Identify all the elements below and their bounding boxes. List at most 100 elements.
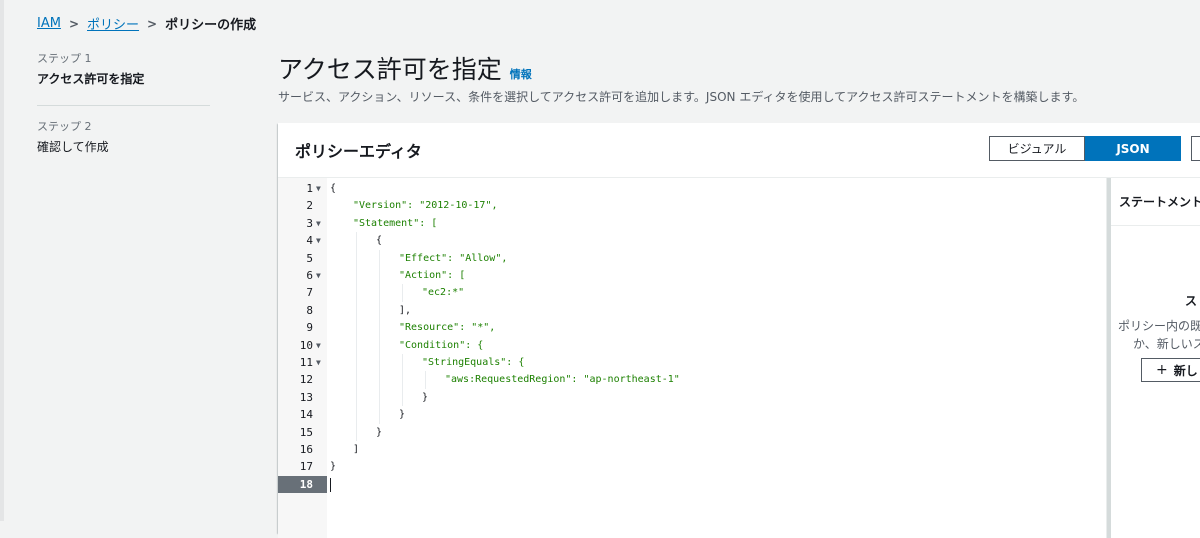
indent-guide [379,319,380,337]
code-line[interactable]: 1 ▼ { [278,180,1106,197]
indent-guide [402,371,403,389]
code-line[interactable]: 4 ▼ { [278,232,1106,250]
chevron-right-icon: > [68,16,80,31]
code-line[interactable]: 6 ▼ "Action": [ [278,267,1106,285]
line-number: 12 [299,373,313,387]
line-number: 10 [299,338,313,352]
fold-toggle-icon[interactable]: ▼ [316,215,321,232]
step-title: アクセス許可を指定 [37,72,145,86]
line-number: 5 [306,251,313,265]
indent-guide [356,249,357,267]
line-number: 14 [299,408,313,422]
code-line[interactable]: 17} [278,458,1106,475]
code-line[interactable]: 15} [278,423,1106,441]
indent-guide [402,388,403,407]
indent-guide [379,336,380,354]
line-number: 17 [299,460,313,474]
json-mode-button[interactable]: JSON [1085,136,1181,161]
code-line[interactable]: 14} [278,406,1106,424]
code-text: } [399,409,406,421]
add-new-statement-button[interactable]: + 新し [1141,358,1200,382]
breadcrumb-policies-link[interactable]: ポリシー [87,14,139,33]
actions-button[interactable] [1191,136,1200,161]
left-edge [0,0,4,521]
line-number: 7 [306,286,313,300]
statement-panel-header: ステートメント [1111,178,1200,226]
page-description: サービス、アクション、リソース、条件を選択してアクセス許可を追加します。JSON… [278,90,1085,104]
code-text: "Version": "2012-10-17", [353,200,498,212]
code-line[interactable]: 13} [278,388,1106,407]
visual-mode-button[interactable]: ビジュアル [989,136,1085,161]
indent-guide [356,301,357,320]
code-text: { [376,235,383,247]
indent-guide [356,406,357,424]
line-number: 1 [306,182,313,195]
line-number: 16 [299,443,313,456]
chevron-right-icon: > [147,16,158,31]
statement-empty-description: ポリシー内の既 か、新しいス [1118,317,1200,353]
statement-empty-desc-line2: か、新しいス [1133,337,1200,351]
fold-toggle-icon[interactable]: ▼ [316,267,321,284]
line-number: 8 [306,303,313,317]
code-line[interactable]: 16] [278,441,1106,458]
wizard-steps: ステップ 1 アクセス許可を指定 ステップ 2 確認して作成 [37,50,210,155]
info-link[interactable]: 情報 [510,66,532,82]
statement-empty-title: ス [1185,294,1198,308]
code-line[interactable]: 12 "aws:RequestedRegion": "ap-northeast-1… [278,371,1106,389]
indent-guide [379,249,380,267]
code-text: "Statement": [ [353,217,438,229]
line-number: 3 [306,216,313,230]
statement-panel-title: ステートメント [1119,195,1200,209]
line-number: 6 [306,269,313,282]
code-line[interactable]: 10 ▼ "Condition": { [278,336,1106,354]
line-number: 11 [299,356,313,369]
indent-guide [425,371,426,389]
line-number: 9 [306,321,313,335]
indent-guide [356,354,357,372]
add-new-statement-label: 新し [1173,363,1198,378]
code-line[interactable]: 9 "Resource": "*", [278,319,1106,337]
code-text: "aws:RequestedRegion": "ap-northeast-1" [445,374,680,386]
indent-guide [356,371,357,389]
code-line[interactable]: 8], [278,301,1106,320]
policy-editor-header: ポリシーエディタ ビジュアル JSON [278,123,1200,178]
indent-guide [379,301,380,320]
step-number: ステップ 1 [37,52,92,65]
code-line[interactable]: 18 [278,475,1106,494]
indent-guide [356,388,357,407]
step-number: ステップ 2 [37,120,92,133]
indent-guide [356,267,357,285]
code-line[interactable]: 11 ▼ "StringEquals": { [278,354,1106,372]
code-line[interactable]: 3 ▼ "Statement": [ [278,215,1106,232]
indent-guide [356,423,357,441]
fold-toggle-icon[interactable]: ▼ [316,354,321,371]
indent-guide [379,354,380,372]
code-text: { [330,183,337,194]
indent-guide [356,232,357,250]
indent-guide [356,336,357,354]
step-title: 確認して作成 [37,140,109,154]
breadcrumb-iam-link[interactable]: IAM [37,16,61,31]
indent-guide [356,284,357,302]
code-line[interactable]: 5 "Effect": "Allow", [278,249,1106,267]
indent-guide [379,406,380,424]
fold-toggle-icon[interactable]: ▼ [316,180,321,197]
statement-panel: ステートメント ス ポリシー内の既 か、新しいス + 新し [1111,178,1200,538]
code-text: } [330,461,337,473]
code-line[interactable]: 2 "Version": "2012-10-17", [278,197,1106,214]
indent-guide [379,371,380,389]
indent-guide [379,267,380,285]
breadcrumb-current: ポリシーの作成 [165,18,257,33]
policy-editor-title: ポリシーエディタ [295,142,422,161]
code-text: "Effect": "Allow", [399,252,508,264]
code-text: ], [399,304,412,316]
line-number: 15 [299,425,313,439]
line-number: 13 [299,390,313,404]
step-1[interactable]: ステップ 1 アクセス許可を指定 [37,50,210,87]
json-code-editor[interactable]: 1 ▼{2 "Version": "2012-10-17", 3 ▼ "Statement… [278,178,1107,538]
fold-toggle-icon[interactable]: ▼ [316,337,321,354]
code-line[interactable]: 7 "ec2:*" [278,284,1106,302]
line-number: 4 [306,234,313,248]
fold-toggle-icon[interactable]: ▼ [316,232,321,249]
indent-guide [379,388,380,407]
